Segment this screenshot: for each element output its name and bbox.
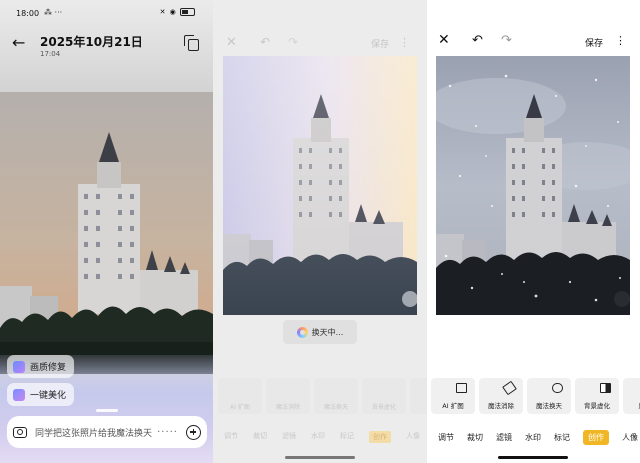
- status-time: 18:00: [16, 9, 40, 18]
- photo-time: 17:04: [40, 50, 61, 58]
- tab-watermark[interactable]: 水印: [525, 432, 541, 443]
- add-icon[interactable]: [186, 424, 201, 440]
- tool-ai-expand[interactable]: AI 扩图: [431, 378, 475, 414]
- tab-bar: 调节 裁切 滤镜 水印 标记 创作 人像: [427, 429, 640, 445]
- undo-icon[interactable]: ↶: [472, 33, 483, 48]
- editor-result-panel: ✕ ↶ ↷ 保存 ⋮ AI 扩图 魔法消除 魔法换天 背景虚化 调节 裁切 滤镜…: [427, 0, 640, 463]
- expand-icon: [456, 383, 467, 393]
- tab-markup: 标记: [340, 432, 354, 440]
- gallery-header: 18:00 ⁂ ··· ✕ ◉ ← 2025年10月21日 17:04: [0, 0, 213, 92]
- tab-adjust: 调节: [224, 432, 238, 440]
- image-repair-label: 画质修复: [30, 363, 67, 373]
- close-icon[interactable]: ✕: [438, 32, 450, 48]
- image-repair-chip[interactable]: 画质修复: [7, 355, 75, 378]
- sky-replacing-status: 换天中...: [283, 320, 357, 344]
- cloud-icon: [552, 383, 563, 393]
- tool-magic[interactable]: 魔法: [623, 378, 640, 414]
- assistant-input-text[interactable]: 同学把这张照片给我魔法换天: [35, 426, 157, 439]
- tab-portrait[interactable]: 人像: [622, 432, 638, 443]
- tab-create: 创作: [369, 431, 391, 443]
- input-progress-dots: ·····: [157, 426, 178, 438]
- tab-create-active[interactable]: 创作: [583, 429, 609, 445]
- tab-filter[interactable]: 滤镜: [496, 432, 512, 443]
- auto-beautify-chip[interactable]: 一键美化: [7, 383, 75, 406]
- editor-processing-panel: ✕ ↶ ↷ 保存 ⋮ 换天中... AI 扩图 魔法消除 魔法换天 背景虚化 调…: [213, 0, 427, 463]
- magic-wand-icon: [13, 388, 25, 401]
- assistant-input[interactable]: 同学把这张照片给我魔法换天 ·····: [7, 416, 207, 448]
- tool-magic-sky: 魔法换天: [314, 378, 358, 414]
- auto-beautify-label: 一键美化: [30, 391, 67, 401]
- home-indicator: [498, 456, 568, 459]
- ai-swirl-icon: [296, 326, 308, 338]
- home-indicator: [285, 456, 355, 459]
- tool-magic-sky[interactable]: 魔法换天: [527, 378, 571, 414]
- copy-icon[interactable]: [184, 35, 199, 51]
- battery-icon: [180, 8, 195, 16]
- close-icon[interactable]: ✕: [226, 35, 237, 50]
- redo-icon[interactable]: ↷: [501, 33, 512, 48]
- tab-adjust[interactable]: 调节: [438, 432, 454, 443]
- tool-ai-expand: AI 扩图: [218, 378, 262, 414]
- tool-strip: AI 扩图 魔法消除 魔法换天 背景虚化 魔法: [431, 378, 640, 414]
- undo-icon[interactable]: ↶: [260, 35, 270, 49]
- sky-replacing-label: 换天中...: [311, 327, 344, 337]
- tool-bg-blur: 背景虚化: [362, 378, 406, 414]
- tool-bg-blur[interactable]: 背景虚化: [575, 378, 619, 414]
- tool-strip-disabled: AI 扩图 魔法消除 魔法换天 背景虚化 魔: [213, 378, 427, 416]
- save-button[interactable]: 保存: [371, 37, 389, 50]
- camera-icon[interactable]: [13, 426, 27, 438]
- eraser-icon: [502, 380, 517, 396]
- tool-magic: 魔: [410, 378, 427, 414]
- processing-photo: [223, 56, 417, 315]
- save-button[interactable]: 保存: [585, 36, 603, 49]
- tab-markup[interactable]: 标记: [554, 432, 570, 443]
- tool-magic-eraser: 魔法消除: [266, 378, 310, 414]
- tab-watermark: 水印: [311, 432, 325, 440]
- edited-photo-snow-sky[interactable]: [436, 56, 630, 315]
- tab-portrait: 人像: [406, 432, 420, 440]
- original-photo[interactable]: [0, 92, 213, 374]
- more-options-icon[interactable]: ⋮: [615, 34, 626, 47]
- status-notification-icons: ⁂ ···: [44, 8, 63, 17]
- back-arrow-icon[interactable]: ←: [12, 33, 25, 52]
- photo-date: 2025年10月21日: [40, 35, 143, 49]
- drag-handle[interactable]: [96, 409, 118, 412]
- status-system-icons: ✕ ◉: [160, 8, 195, 16]
- more-options-icon[interactable]: ⋮: [399, 36, 410, 49]
- gallery-view-panel: 18:00 ⁂ ··· ✕ ◉ ← 2025年10月21日 17:04 画质修复…: [0, 0, 213, 463]
- tab-crop: 裁切: [253, 432, 267, 440]
- tool-magic-eraser[interactable]: 魔法消除: [479, 378, 523, 414]
- blur-icon: [600, 383, 611, 393]
- tab-filter: 滤镜: [282, 432, 296, 440]
- tab-crop[interactable]: 裁切: [467, 432, 483, 443]
- image-repair-icon: [13, 360, 25, 373]
- tab-bar-disabled: 调节 裁切 滤镜 水印 标记 创作 人像: [213, 431, 427, 443]
- redo-icon[interactable]: ↷: [288, 35, 298, 49]
